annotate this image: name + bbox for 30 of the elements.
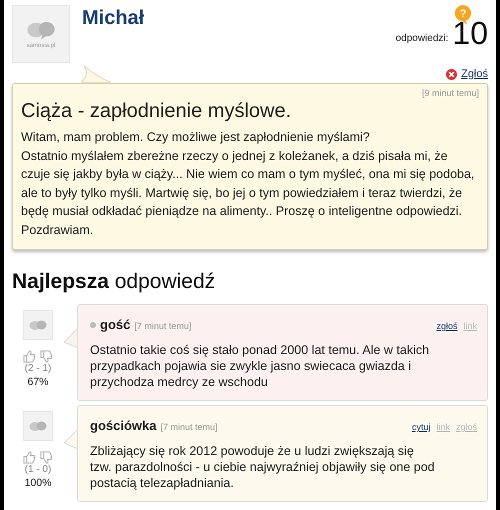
question-time: [9 minut temu] [420, 88, 479, 98]
section-heading: Najlepsza odpowiedź [12, 270, 216, 294]
question-text: Pozdrawiam. [21, 222, 94, 238]
answer-author[interactable]: gościówka [90, 418, 156, 433]
bullet-icon [90, 322, 96, 328]
question-title: Ciąża - zapłodnienie myślowe. [21, 100, 292, 123]
avatar-logo [23, 310, 53, 340]
answer-text: Ostatnio takie coś się stało ponad 2000 lat temu. Ale w takich przypadkach pojawia sie zwykle jasno swiecaca gwiazda i przychodza medrcy ze wschodu [90, 342, 430, 390]
answer-author[interactable]: gość [100, 317, 130, 332]
speech-bubbles-icon [25, 20, 57, 40]
answer-time: [7 minut temu] [160, 422, 218, 432]
thumbs-down-icon[interactable] [40, 451, 53, 464]
thumbs-up-icon[interactable] [23, 350, 36, 363]
report-link[interactable]: Zgłoś [461, 68, 488, 80]
answer-text: Zbliżający się rok 2012 powoduje że u ludzi zwiększają się tzw. parazdolności - u ciebie najwyraźniej objawiły się one pod postacią telezapładniania. [90, 443, 436, 491]
answer-time: [7 minut temu] [134, 321, 192, 331]
question-text: Witam, mam problem. Czy możliwe jest zapłodnienie myślami? [21, 129, 371, 146]
question-text: Ostatnio myślałem zbereżne rzeczy o jednej z koleżanek, a dziś pisała mi, że czuje się jakby była w ciąży... Nie wiem co mam o tym myśleć, ona mi się podoba, ale to były tylko myśli. Martwię się, bo jej o tym powiedziałem i teraz twierdzi, że będę musiał odkładać pieniądze na alimenty.. Proszę o inteligentne odpowiedzi. [21, 148, 476, 220]
thumbs-down-icon[interactable] [40, 350, 53, 363]
vote-count: (1 - 0) [24, 464, 52, 475]
close-icon [446, 68, 458, 80]
thumbs-up-icon[interactable] [23, 451, 36, 464]
answers-label: odpowiedzi: [396, 33, 448, 44]
action-link[interactable]: cytuj [412, 422, 430, 432]
avatar-logo [23, 411, 53, 441]
vote-count: (2 - 1) [24, 363, 52, 374]
vote-percent: 100% [24, 477, 52, 489]
vote-percent: 67% [27, 376, 48, 388]
action-link[interactable]: zgłoś [436, 321, 458, 331]
author-name[interactable]: Michał [82, 7, 144, 30]
